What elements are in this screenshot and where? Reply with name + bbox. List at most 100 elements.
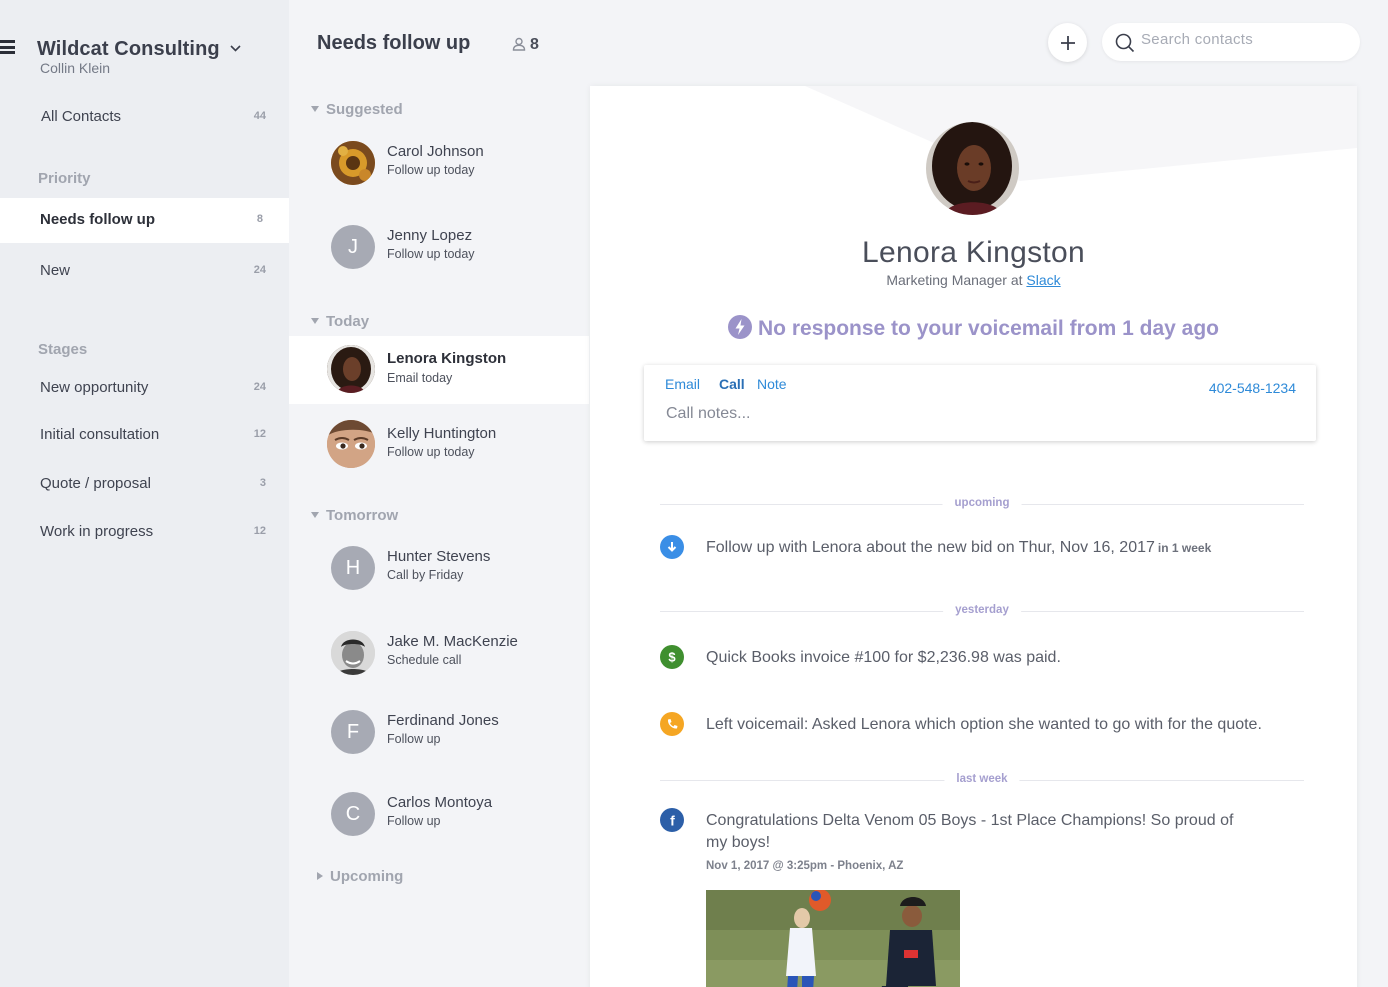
contact-item-hunter-stevens[interactable]: H Hunter Stevens Call by Friday [289,534,589,602]
event-text: Left voicemail: Asked Lenora which optio… [706,716,1262,733]
event-text-line: my boys! [706,834,771,851]
compose-box: Email Call Note 402-548-1234 [644,365,1316,441]
call-notes-input[interactable] [666,405,1286,423]
post-photo[interactable] [706,890,960,987]
contact-status: Call by Friday [387,568,464,582]
sidebar-item-new-opportunity[interactable]: New opportunity 24 [0,366,289,411]
svg-text:$: $ [668,650,676,664]
phone-number-link[interactable]: 402-548-1234 [1209,380,1296,396]
priority-heading: Priority [38,170,91,187]
user-name: Collin Klein [40,60,111,76]
divider-label: last week [944,773,1020,785]
section-today[interactable]: Today [311,313,369,330]
chevron-down-icon [230,35,241,58]
add-contact-button[interactable] [1048,23,1087,62]
contact-item-carol-johnson[interactable]: Carol Johnson Follow up today [289,129,589,197]
contact-name: Jake M. MacKenzie [387,633,518,650]
contact-item-carlos-montoya[interactable]: C Carlos Montoya Follow up [289,780,589,848]
contact-name: Ferdinand Jones [387,712,499,729]
contact-item-lenora-kingston[interactable]: Lenora Kingston Email today [289,336,589,404]
contact-status: Follow up today [387,445,475,459]
sidebar-item-label: Quote / proposal [40,475,151,492]
event-description: Follow up with Lenora about the new bid … [706,539,1155,556]
divider-label: upcoming [942,497,1022,509]
contact-name: Kelly Huntington [387,425,497,442]
contact-name: Carlos Montoya [387,794,493,811]
avatar: F [331,710,375,754]
avatar [327,420,375,468]
phone-icon [660,712,684,736]
menu-icon[interactable] [0,40,15,54]
profile-photo [926,122,1019,215]
follow-up-alert: No response to your voicemail from 1 day… [590,315,1357,341]
event-text: Quick Books invoice #100 for $2,236.98 w… [706,649,1061,666]
company-link[interactable]: Slack [1026,272,1060,288]
sidebar-item-count: 3 [259,477,266,489]
event-text: Follow up with Lenora about the new bid … [706,537,1211,559]
divider-label: yesterday [943,604,1021,616]
search-icon [1115,33,1135,53]
org-switcher[interactable]: Wildcat Consulting [37,35,241,61]
sidebar-item-count: 12 [253,525,266,537]
sidebar-item-quote-proposal[interactable]: Quote / proposal 3 [0,462,289,507]
caret-right-icon [317,872,323,880]
search-box [1102,23,1360,61]
search-input[interactable] [1141,31,1346,48]
sidebar-item-all-contacts[interactable]: All Contacts 44 [0,95,289,140]
timeline-divider: last week [660,773,1304,787]
sidebar-item-new[interactable]: New 24 [0,249,289,294]
contact-name: Hunter Stevens [387,548,491,565]
contact-title: Marketing Manager at [886,272,1023,288]
timeline-divider: yesterday [660,604,1304,618]
avatar: H [331,546,375,590]
sidebar-item-initial-consultation[interactable]: Initial consultation 12 [0,413,289,458]
contact-detail-panel: Lenora Kingston Marketing Manager at Sla… [590,86,1357,987]
event-relative-time: in 1 week [1157,541,1212,555]
sidebar: Wildcat Consulting Collin Klein All Cont… [0,0,289,987]
contact-name: Carol Johnson [387,143,484,160]
contact-item-ferdinand-jones[interactable]: F Ferdinand Jones Follow up [289,698,589,766]
sidebar-item-work-in-progress[interactable]: Work in progress 12 [0,510,289,555]
alert-text: No response to your voicemail from 1 day… [758,317,1219,340]
dollar-icon: $ [660,645,684,669]
plus-icon [1060,35,1075,50]
contact-status: Follow up [387,814,441,828]
tab-email[interactable]: Email [665,376,700,392]
avatar: C [331,792,375,836]
section-label: Tomorrow [326,507,399,524]
sidebar-item-label: Work in progress [40,523,154,540]
caret-down-icon [311,512,319,518]
tab-note[interactable]: Note [757,376,787,392]
section-suggested[interactable]: Suggested [311,101,403,118]
section-upcoming[interactable]: Upcoming [311,868,403,885]
tab-call[interactable]: Call [719,376,745,392]
caret-down-icon [311,318,319,324]
section-tomorrow[interactable]: Tomorrow [311,507,398,524]
sidebar-item-label: New opportunity [40,379,149,396]
contact-item-jake-mackenzie[interactable]: Jake M. MacKenzie Schedule call [289,619,589,687]
person-icon [512,37,526,51]
sidebar-item-label: Needs follow up [40,211,156,228]
event-text: Congratulations Delta Venom 05 Boys - 1s… [706,810,1233,854]
contact-count: 8 [512,36,539,54]
sidebar-item-count: 12 [253,428,266,440]
contact-status: Follow up today [387,247,475,261]
facebook-icon: f [660,808,684,832]
sidebar-item-count: 24 [253,264,266,276]
contact-name: Lenora Kingston [387,350,507,367]
contact-count-value: 8 [530,36,539,53]
sidebar-item-count: 44 [253,110,266,122]
contact-item-jenny-lopez[interactable]: J Jenny Lopez Follow up today [289,213,589,281]
svg-text:f: f [670,813,675,827]
sidebar-item-needs-follow-up[interactable]: Needs follow up 8 [0,198,289,243]
caret-down-icon [311,106,319,112]
contact-status: Follow up today [387,163,475,177]
sidebar-item-count: 8 [256,213,263,225]
contact-item-kelly-huntington[interactable]: Kelly Huntington Follow up today [289,411,589,479]
avatar [331,631,375,675]
contact-status: Schedule call [387,653,462,667]
org-name: Wildcat Consulting [37,38,220,60]
contact-name: Jenny Lopez [387,227,473,244]
event-meta: Nov 1, 2017 @ 3:25pm - Phoenix, AZ [706,860,904,872]
section-label: Today [326,313,370,330]
